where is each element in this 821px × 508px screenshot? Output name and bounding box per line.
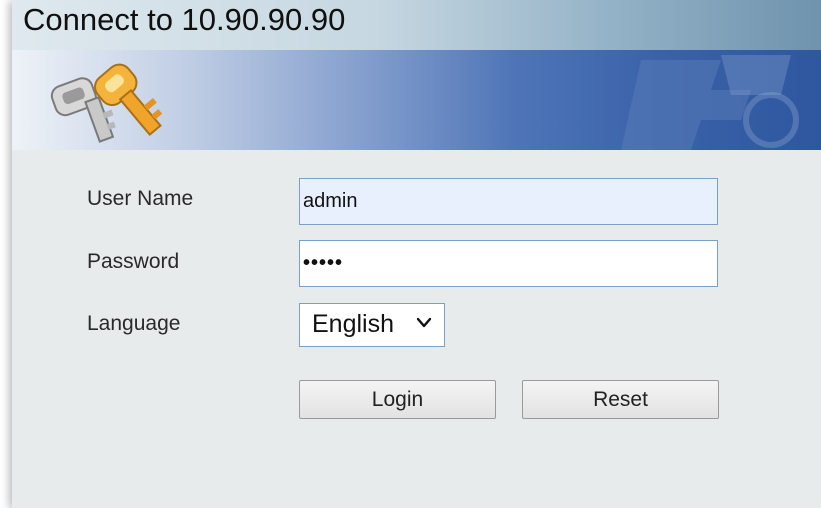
username-input[interactable]: [299, 178, 718, 225]
language-select[interactable]: English: [299, 303, 445, 347]
banner-watermark-graphic: [621, 55, 799, 150]
reset-button[interactable]: Reset: [522, 380, 719, 419]
chevron-down-icon: [416, 317, 432, 328]
login-dialog: Connect to 10.90.90.90 User Name admin P…: [12, 0, 821, 508]
login-button[interactable]: Login: [299, 380, 496, 419]
title-bar: Connect to 10.90.90.90: [12, 0, 821, 50]
window-title: Connect to 10.90.90.90: [23, 2, 346, 37]
language-selected-value: English: [312, 310, 394, 338]
language-label: Language: [87, 312, 181, 335]
username-label: User Name: [87, 187, 194, 210]
keys-icon: [50, 63, 163, 143]
password-input[interactable]: [299, 240, 718, 287]
password-label: Password: [87, 250, 180, 273]
banner: [12, 50, 821, 150]
